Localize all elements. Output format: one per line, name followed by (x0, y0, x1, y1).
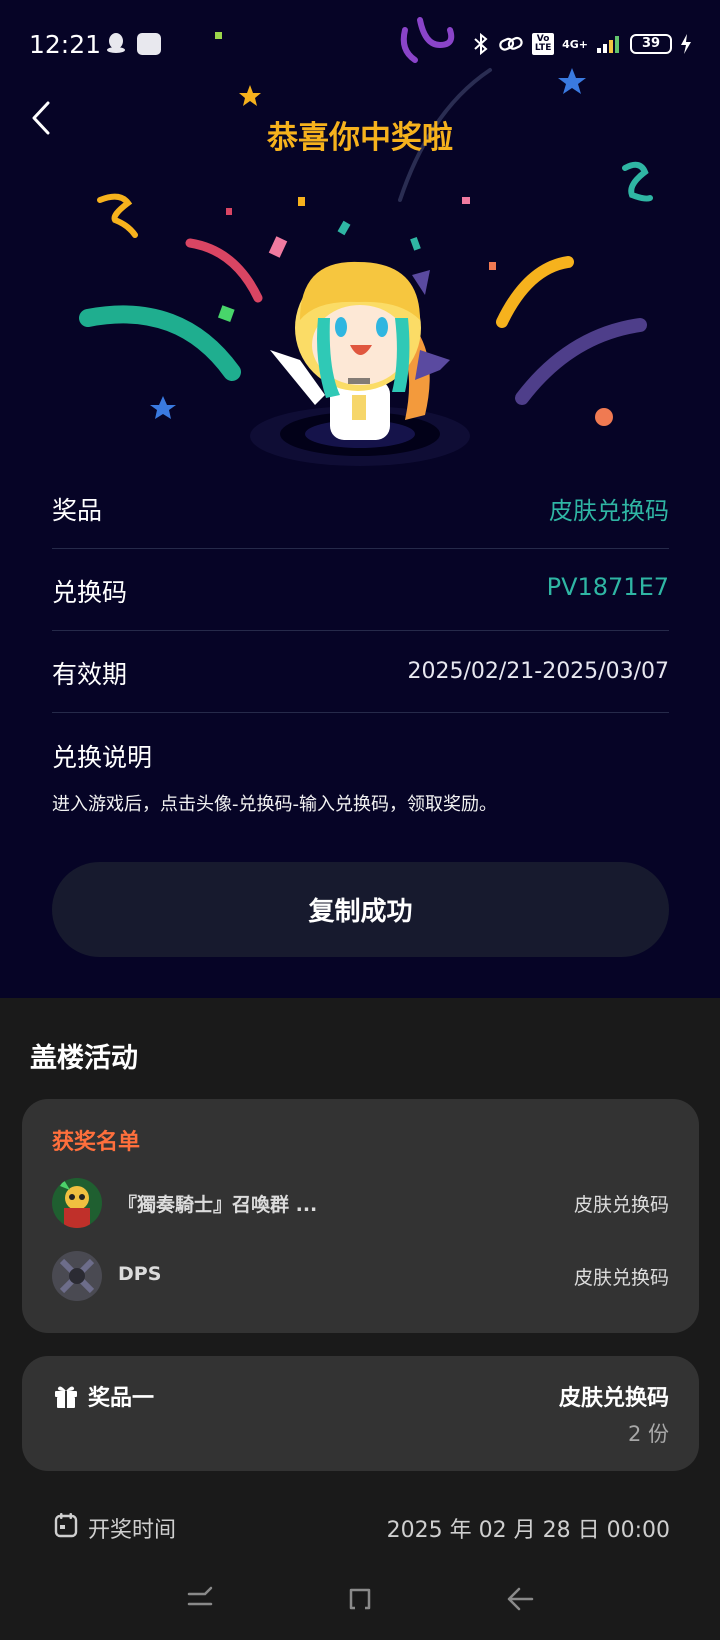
prize-result-panel: 12:21 Vo LTE 4G+ 39 恭喜你中奖啦 奖品 皮肤兑换码 兑换码 … (0, 0, 720, 998)
avatar[interactable] (52, 1178, 102, 1228)
validity-row: 有效期 2025/02/21-2025/03/07 (52, 631, 669, 713)
prize-value: 皮肤兑换码 (549, 497, 669, 525)
gift-icon (55, 1386, 77, 1408)
winners-title: 获奖名单 (52, 1130, 141, 1155)
redeem-code-value[interactable]: PV1871E7 (547, 573, 669, 601)
system-nav-bar (0, 1570, 720, 1640)
prize-card-name: 皮肤兑换码 (558, 1386, 669, 1411)
prize-label: 奖品 (52, 496, 103, 525)
recent-apps-icon[interactable] (185, 1584, 215, 1614)
explain-title: 兑换说明 (52, 743, 153, 772)
winner-name: DPS (118, 1263, 162, 1285)
winner-name: 『獨奏騎士』召喚群 ... (118, 1194, 318, 1216)
winner-prize: 皮肤兑换码 (573, 1267, 669, 1289)
draw-time-value: 2025 年 02 月 28 日 00:00 (386, 1518, 670, 1543)
explain-text: 进入游戏后，点击头像-兑换码-输入兑换码，领取奖励。 (52, 794, 497, 815)
prize-card: 奖品一 皮肤兑换码 2 份 (22, 1356, 699, 1471)
prize-card-label: 奖品一 (88, 1386, 155, 1411)
back-nav-icon[interactable] (505, 1584, 535, 1614)
code-label: 兑换码 (52, 578, 128, 607)
page-title: 恭喜你中奖啦 (267, 120, 453, 156)
validity-value: 2025/02/21-2025/03/07 (407, 659, 669, 684)
calendar-icon (54, 1513, 78, 1538)
winners-card: 获奖名单 『獨奏騎士』召喚群 ... 皮肤兑换码 DPS 皮肤兑换码 (22, 1099, 699, 1333)
winner-row[interactable]: DPS 皮肤兑换码 (52, 1251, 669, 1307)
validity-label: 有效期 (52, 660, 128, 689)
winner-prize: 皮肤兑换码 (573, 1194, 669, 1216)
winner-row[interactable]: 『獨奏騎士』召喚群 ... 皮肤兑换码 (52, 1178, 669, 1234)
code-row[interactable]: 兑换码 PV1871E7 (52, 549, 669, 631)
draw-time-label: 开奖时间 (88, 1518, 177, 1543)
prize-card-count: 2 份 (627, 1422, 669, 1446)
celebration-illustration (79, 17, 653, 466)
section-title: 盖楼活动 (30, 1043, 138, 1074)
avatar[interactable] (52, 1251, 102, 1301)
home-icon[interactable] (345, 1584, 375, 1614)
prize-row: 奖品 皮肤兑换码 (52, 467, 669, 549)
copy-button[interactable]: 复制成功 (52, 862, 669, 957)
